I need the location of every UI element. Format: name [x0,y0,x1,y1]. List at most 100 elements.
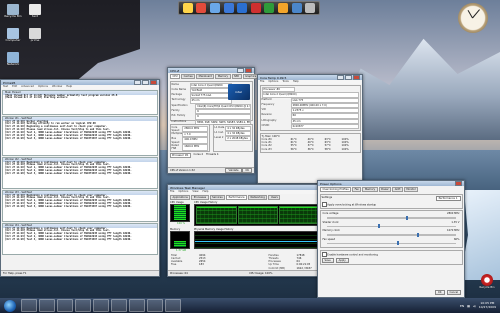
dock-app-icon[interactable] [277,3,288,13]
desktop-icon-computer[interactable]: Computer [2,28,24,43]
dock-app-icon[interactable] [196,3,207,13]
tab-networking[interactable]: Networking [248,194,268,200]
slider-knob[interactable] [406,215,409,220]
cpuz-title-bar[interactable]: CPU-Z [168,68,254,73]
menu-file[interactable]: File [260,80,264,84]
coretemp-icon[interactable] [111,299,127,312]
menu-options[interactable]: Options [268,80,278,84]
recycle-bin-shortcut[interactable]: Recycle Bin [478,274,496,294]
power-icon[interactable] [147,299,163,312]
close-button[interactable] [353,75,360,80]
desktop-icon-prime[interactable]: prime [24,28,46,43]
dock-app-icon[interactable] [182,3,193,13]
cpuz-icon[interactable] [93,299,109,312]
dock-app-icon[interactable] [237,3,248,13]
profile-dropdown[interactable]: Performance 1 [435,195,461,201]
menu-help[interactable]: Help [66,85,72,89]
close-button[interactable] [245,68,252,73]
dock-app-icon[interactable] [264,3,275,13]
slider-track[interactable] [326,232,456,237]
tab-spd[interactable]: SPD [231,74,242,79]
tab-users[interactable]: Users [268,194,281,200]
tab-memory[interactable]: Memory [215,74,231,79]
menu-tools[interactable]: Tools [282,80,288,84]
tab-power[interactable]: Power [378,187,392,192]
checkbox[interactable] [321,201,327,207]
dock-app-icon[interactable] [209,3,220,13]
coretemp-window[interactable]: Core Temp 0.99.5 File Options Tools Help… [257,74,363,184]
menu-test[interactable]: Test [3,85,8,89]
desktop-icon-text[interactable]: text [24,4,46,19]
tab-services[interactable]: Services [209,194,226,200]
tab-mainboard[interactable]: Mainboard [196,74,215,79]
minimize-button[interactable] [237,68,244,73]
desktop-icon-network[interactable]: Network [2,52,24,67]
minimize-button[interactable] [337,75,344,80]
menu-edit[interactable]: Edit [12,85,17,89]
menu-file[interactable]: File [170,190,174,194]
slider-track[interactable] [326,224,456,228]
main-thread-pane[interactable]: Main thread [Main thread Oct 27 11:18] M… [2,89,158,115]
tab-performance[interactable]: Performance [226,194,247,200]
tab-processes[interactable]: Processes [191,194,209,200]
close-button[interactable] [150,80,157,85]
tab-caches[interactable]: Caches [181,74,196,79]
menu-options[interactable]: Options [38,85,48,89]
start-button[interactable] [4,299,16,312]
slider-knob[interactable] [397,241,400,245]
close-button[interactable] [455,181,462,186]
worker-3-pane[interactable]: Worker #3 - Self-Test [Oct 27 11:18] Beg… [2,189,158,222]
apply-button[interactable]: Apply [335,257,349,263]
media-icon[interactable] [57,299,73,312]
worker-4-pane[interactable]: Worker #4 - Self-Test [Oct 27 11:18] Beg… [2,222,158,255]
cancel-button[interactable]: Cancel [446,290,461,295]
ok-button[interactable]: OK [434,290,445,295]
tab-acpi[interactable]: ACPI [392,187,403,192]
slider-track[interactable] [326,215,456,220]
save-button[interactable]: Save [321,257,334,263]
maximize-button[interactable] [142,80,149,85]
validate-button[interactable]: Validate [225,168,242,173]
tab-cpu[interactable]: CPU [170,74,181,79]
processor-select[interactable]: Processor #1 [170,153,191,158]
dock-app-icon[interactable] [250,3,261,13]
worker-1-pane[interactable]: Worker #1 - Self-Test [Oct 27 11:18] Wor… [2,115,158,156]
clock[interactable]: 10:05 PM 10/27/2009 [479,301,496,309]
slider-knob[interactable] [378,224,381,228]
menu-window[interactable]: Window [52,85,62,89]
tab-fan[interactable]: Fan [352,187,362,192]
language-indicator[interactable]: EN [460,304,464,308]
volume-icon[interactable]: ◂) [473,304,476,308]
tab-memory[interactable]: Memory [362,187,378,192]
prime95-window[interactable]: Prime95 Test Edit Advanced Options Windo… [0,79,160,277]
power-options-title-bar[interactable]: Power Options [318,181,464,186]
taskmgr-icon[interactable] [129,299,145,312]
worker-2-pane[interactable]: Worker #2 - Self-Test [Oct 27 11:18] Beg… [2,156,158,189]
folder-icon[interactable] [165,299,181,312]
slider-knob[interactable] [416,232,419,237]
clock-gadget[interactable] [458,3,488,33]
ie-icon[interactable] [21,299,37,312]
maximize-button[interactable] [345,75,352,80]
ok-button[interactable]: OK [242,168,252,173]
menu-advanced[interactable]: Advanced [21,85,34,89]
menu-help[interactable]: Help [203,190,209,194]
dock-app-icon[interactable] [223,3,234,13]
slider-track[interactable] [326,241,456,245]
menu-view[interactable]: View [192,190,198,194]
prime-icon[interactable] [75,299,91,312]
menu-options[interactable]: Options [178,190,188,194]
power-options-window[interactable]: Power Options Overclocking Profiles Fan … [317,180,465,298]
desktop-icon-recycle-bin[interactable]: Recycle Bin [2,4,24,19]
dock-app-icon[interactable] [305,3,316,13]
checkbox[interactable] [321,251,327,257]
explorer-icon[interactable] [39,299,55,312]
menu-help[interactable]: Help [293,80,299,84]
network-icon[interactable]: ▦ [467,304,470,308]
cpuz-window[interactable]: CPU-Z CPU Caches Mainboard Memory SPD Gr… [167,67,273,174]
tab-applications[interactable]: Applications [170,194,191,200]
minimize-button[interactable] [134,80,141,85]
dock-app-icon[interactable] [291,3,302,13]
tab-overclocking-profiles[interactable]: Overclocking Profiles [320,187,352,192]
tab-monitor[interactable]: Monitor [403,187,419,192]
